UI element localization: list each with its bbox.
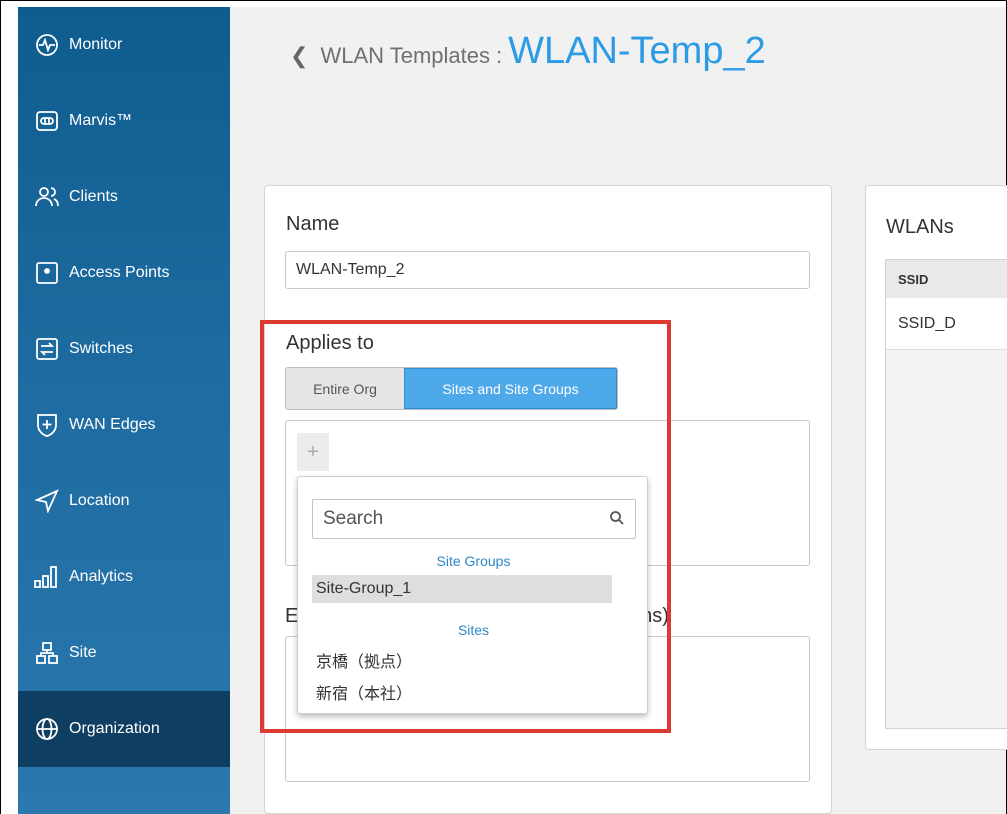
table-header-ssid[interactable]: SSID	[886, 260, 1007, 298]
sidebar-item-organization[interactable]: Organization	[18, 691, 230, 767]
page-title: WLAN-Temp_2	[508, 30, 766, 72]
search-placeholder: Search	[323, 508, 384, 529]
monitor-icon	[34, 32, 60, 58]
sidebar-item-marvis[interactable]: Marvis™	[18, 83, 230, 159]
sidebar-item-label: Switches	[69, 340, 134, 357]
sidebar-item-label: Site	[69, 644, 97, 661]
sites-and-site-groups-option[interactable]: Sites and Site Groups	[404, 368, 617, 409]
sites-heading: Sites	[457, 622, 490, 638]
sidebar-item-switches[interactable]: Switches	[18, 311, 230, 387]
sidebar: Monitor Marvis™ Clients Access Points Sw…	[18, 7, 230, 814]
name-field[interactable]: WLAN-Temp_2	[285, 251, 810, 289]
page-header: ❮ WLAN Templates : WLAN-Temp_2	[290, 30, 766, 73]
site-group-option[interactable]: Site-Group_1	[312, 575, 612, 603]
sidebar-item-wan-edges[interactable]: WAN Edges	[18, 387, 230, 463]
analytics-icon	[34, 564, 60, 590]
wlans-title: WLANs	[886, 216, 954, 238]
wlans-table: SSID SSID_D	[885, 259, 1007, 729]
site-icon	[34, 640, 60, 666]
sidebar-item-clients[interactable]: Clients	[18, 159, 230, 235]
site-option[interactable]: 京橋（拠点）	[312, 646, 612, 674]
entire-org-option[interactable]: Entire Org	[286, 368, 404, 409]
sidebar-item-location[interactable]: Location	[18, 463, 230, 539]
location-icon	[34, 488, 60, 514]
sidebar-item-label: Clients	[69, 188, 118, 205]
sidebar-item-label: WAN Edges	[69, 416, 156, 433]
globe-icon	[34, 716, 60, 742]
breadcrumb[interactable]: WLAN Templates	[320, 43, 490, 69]
sidebar-item-label: Monitor	[69, 36, 123, 53]
breadcrumb-separator: :	[495, 43, 503, 68]
applies-to-toggle: Entire Org Sites and Site Groups	[285, 367, 618, 410]
sidebar-item-label: Access Points	[69, 264, 170, 281]
sidebar-item-monitor[interactable]: Monitor	[18, 7, 230, 83]
sidebar-item-label: Location	[69, 492, 130, 509]
sidebar-item-label: Marvis™	[69, 112, 133, 129]
search-input[interactable]: Search	[312, 499, 636, 539]
access-point-icon	[34, 260, 60, 286]
name-field-value: WLAN-Temp_2	[296, 261, 405, 278]
wan-edge-icon	[34, 412, 60, 438]
sidebar-item-analytics[interactable]: Analytics	[18, 539, 230, 615]
site-option[interactable]: 新宿（本社）	[312, 678, 612, 706]
switch-icon	[34, 336, 60, 362]
site-groups-heading: Site Groups	[436, 553, 511, 569]
sidebar-item-access-points[interactable]: Access Points	[18, 235, 230, 311]
add-button[interactable]: +	[297, 433, 329, 471]
search-icon	[609, 510, 625, 532]
table-row[interactable]: SSID_D	[886, 298, 1007, 350]
sidebar-item-label: Analytics	[69, 568, 134, 585]
applies-to-label: Applies to	[286, 332, 374, 354]
sidebar-item-label: Organization	[69, 720, 160, 737]
back-chevron-icon[interactable]: ❮	[290, 43, 308, 69]
clients-icon	[34, 184, 60, 210]
marvis-icon	[34, 108, 60, 134]
sidebar-item-site[interactable]: Site	[18, 615, 230, 691]
site-picker-dropdown: Search Site Groups Site-Group_1 Sites 京橋…	[297, 476, 648, 714]
name-label: Name	[286, 213, 340, 235]
